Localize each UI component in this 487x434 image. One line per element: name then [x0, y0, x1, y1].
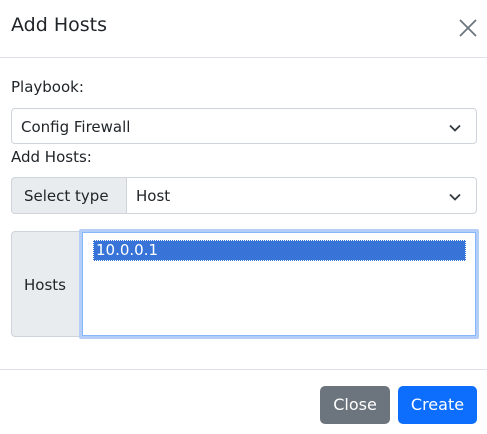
host-type-select-value: Host — [136, 187, 171, 205]
close-icon[interactable] — [457, 17, 479, 39]
list-item[interactable]: 10.0.0.1 — [93, 240, 466, 261]
playbook-select-value: Config Firewall — [21, 118, 131, 136]
create-button[interactable]: Create — [398, 386, 477, 424]
hosts-listbox-inner: 10.0.0.1 — [82, 232, 476, 336]
hosts-listbox[interactable]: 10.0.0.1 — [79, 229, 479, 339]
select-type-label: Select type — [24, 187, 109, 205]
select-type-addon: Select type — [11, 177, 127, 214]
modal-footer — [0, 369, 487, 370]
chevron-down-icon — [449, 124, 461, 132]
hosts-label: Hosts — [24, 276, 66, 294]
modal-title: Add Hosts — [11, 14, 107, 36]
hosts-addon: Hosts — [11, 231, 83, 337]
add-hosts-label: Add Hosts: — [11, 148, 92, 166]
playbook-label: Playbook: — [11, 78, 84, 96]
host-type-select[interactable]: Host — [126, 177, 477, 214]
chevron-down-icon — [449, 193, 461, 201]
close-button[interactable]: Close — [320, 386, 390, 424]
modal-header: Add Hosts — [0, 0, 487, 58]
playbook-select[interactable]: Config Firewall — [11, 108, 477, 144]
